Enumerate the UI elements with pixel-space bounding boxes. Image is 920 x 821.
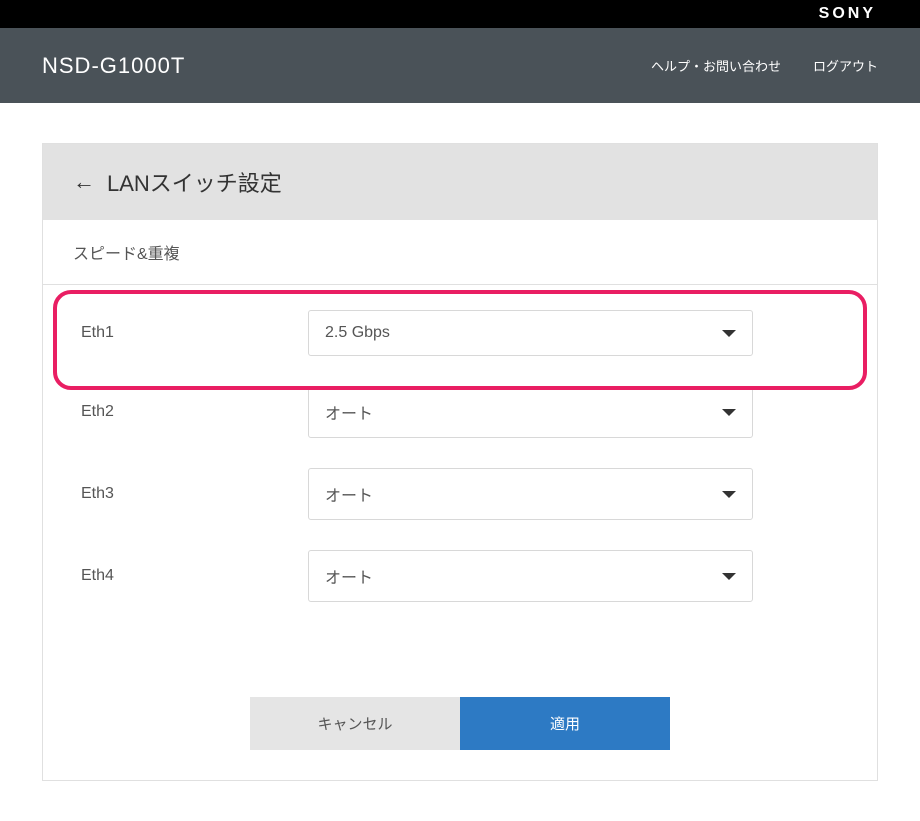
button-row: キャンセル 適用	[43, 657, 877, 780]
select-value-eth4: オート	[325, 564, 373, 588]
chevron-down-icon	[722, 409, 736, 416]
select-eth3[interactable]: オート	[308, 468, 753, 520]
logout-link[interactable]: ログアウト	[813, 56, 878, 75]
chevron-down-icon	[722, 330, 736, 337]
row-label-eth1: Eth1	[73, 324, 308, 342]
row-eth3: Eth3 オート	[73, 453, 847, 535]
apply-button[interactable]: 適用	[460, 697, 670, 750]
panel-title: LANスイッチ設定	[107, 166, 282, 198]
select-value-eth1: 2.5 Gbps	[325, 324, 390, 342]
settings-panel: ← LANスイッチ設定 スピード&重複 Eth1 2.5 Gbps Eth2	[42, 143, 878, 781]
row-label-eth3: Eth3	[73, 485, 308, 503]
help-link[interactable]: ヘルプ・お問い合わせ	[651, 56, 781, 75]
row-eth4: Eth4 オート	[73, 535, 847, 617]
select-value-eth3: オート	[325, 482, 373, 506]
panel-header: ← LANスイッチ設定	[43, 144, 877, 220]
model-name: NSD-G1000T	[42, 53, 185, 79]
nav-bar: NSD-G1000T ヘルプ・お問い合わせ ログアウト	[0, 28, 920, 103]
content-wrapper: ← LANスイッチ設定 スピード&重複 Eth1 2.5 Gbps Eth2	[0, 103, 920, 821]
row-label-eth2: Eth2	[73, 403, 308, 421]
row-eth1: Eth1 2.5 Gbps	[73, 295, 847, 371]
select-eth2[interactable]: オート	[308, 386, 753, 438]
top-bar: SONY	[0, 0, 920, 28]
chevron-down-icon	[722, 573, 736, 580]
row-label-eth4: Eth4	[73, 567, 308, 585]
section-header: スピード&重複	[43, 220, 877, 285]
select-value-eth2: オート	[325, 400, 373, 424]
cancel-button[interactable]: キャンセル	[250, 697, 460, 750]
form-area: Eth1 2.5 Gbps Eth2 オート E	[43, 285, 877, 657]
chevron-down-icon	[722, 491, 736, 498]
brand-logo: SONY	[819, 5, 876, 23]
nav-links: ヘルプ・お問い合わせ ログアウト	[651, 56, 878, 75]
select-eth4[interactable]: オート	[308, 550, 753, 602]
row-eth2: Eth2 オート	[73, 371, 847, 453]
select-eth1[interactable]: 2.5 Gbps	[308, 310, 753, 356]
back-arrow-icon[interactable]: ←	[73, 169, 95, 195]
